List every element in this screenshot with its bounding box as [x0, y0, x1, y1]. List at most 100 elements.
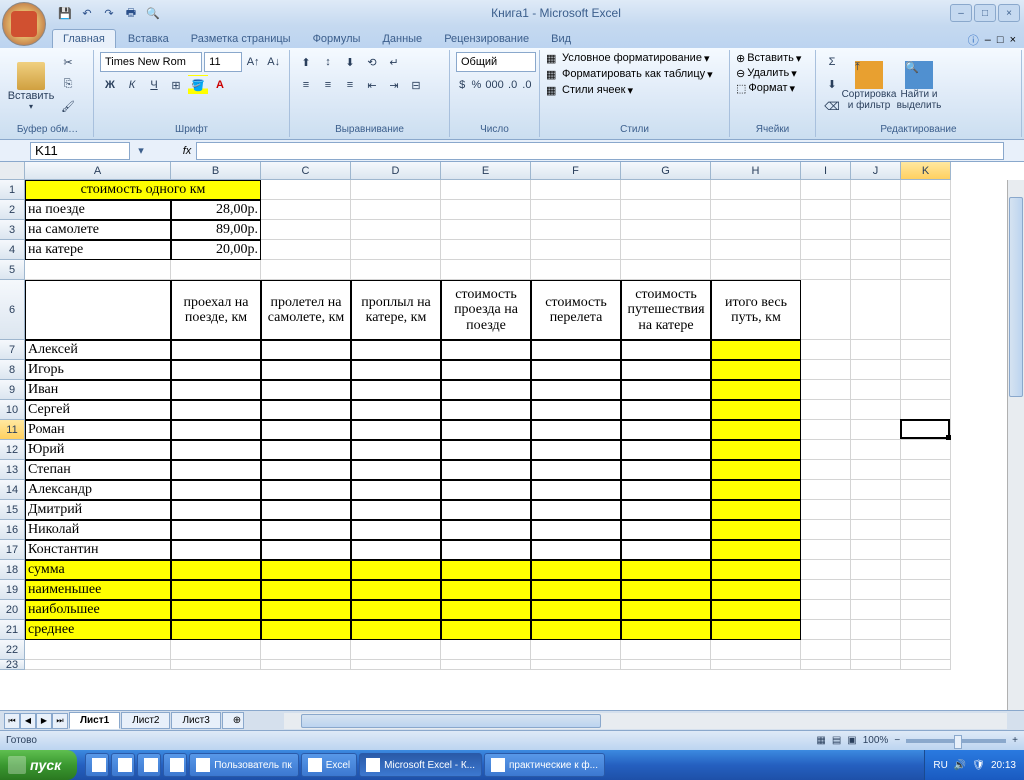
- align-center-button[interactable]: ≡: [318, 75, 338, 95]
- cell-G3[interactable]: [621, 220, 711, 240]
- underline-button[interactable]: Ч: [144, 75, 164, 95]
- cell-C11[interactable]: [261, 420, 351, 440]
- col-header-H[interactable]: H: [711, 162, 801, 180]
- cell-H17[interactable]: [711, 540, 801, 560]
- cell-E1[interactable]: [441, 180, 531, 200]
- tab-home[interactable]: Главная: [52, 29, 116, 48]
- new-sheet-button[interactable]: ⊕: [222, 712, 244, 729]
- cell-A14[interactable]: Александр: [25, 480, 171, 500]
- view-pagebreak-button[interactable]: ▣: [847, 735, 856, 746]
- cell-J22[interactable]: [851, 640, 901, 660]
- language-indicator[interactable]: RU: [933, 760, 947, 771]
- cell-J1[interactable]: [851, 180, 901, 200]
- cell-H9[interactable]: [711, 380, 801, 400]
- col-header-D[interactable]: D: [351, 162, 441, 180]
- cell-G8[interactable]: [621, 360, 711, 380]
- delete-cells-button[interactable]: ⊖ Удалить ▾: [736, 67, 809, 80]
- cell-C23[interactable]: [261, 660, 351, 670]
- cell-E22[interactable]: [441, 640, 531, 660]
- cell-H21[interactable]: [711, 620, 801, 640]
- cell-C8[interactable]: [261, 360, 351, 380]
- align-bottom-button[interactable]: ⬇: [340, 52, 360, 72]
- cell-G9[interactable]: [621, 380, 711, 400]
- cell-J21[interactable]: [851, 620, 901, 640]
- view-layout-button[interactable]: ▤: [832, 735, 841, 746]
- cell-J2[interactable]: [851, 200, 901, 220]
- cell-H2[interactable]: [711, 200, 801, 220]
- cell-A10[interactable]: Сергей: [25, 400, 171, 420]
- cell-B2[interactable]: 28,00р.: [171, 200, 261, 220]
- row-header-16[interactable]: 16: [0, 520, 25, 540]
- cell-D16[interactable]: [351, 520, 441, 540]
- tray-icon[interactable]: 🛡: [972, 760, 985, 771]
- cell-K11[interactable]: [901, 420, 951, 440]
- clear-button[interactable]: ⌫: [822, 96, 842, 116]
- conditional-formatting-button[interactable]: ▦Условное форматирование ▾: [546, 52, 723, 66]
- decrease-indent-button[interactable]: ⇤: [362, 75, 382, 95]
- cell-C22[interactable]: [261, 640, 351, 660]
- cell-E17[interactable]: [441, 540, 531, 560]
- cell-F11[interactable]: [531, 420, 621, 440]
- cell-E2[interactable]: [441, 200, 531, 220]
- cell-J20[interactable]: [851, 600, 901, 620]
- cell-C5[interactable]: [261, 260, 351, 280]
- row-header-12[interactable]: 12: [0, 440, 25, 460]
- fill-color-button[interactable]: 🪣: [188, 75, 208, 95]
- cell-D6[interactable]: проплыл на катере, км: [351, 280, 441, 340]
- cell-J23[interactable]: [851, 660, 901, 670]
- cell-I18[interactable]: [801, 560, 851, 580]
- cell-E12[interactable]: [441, 440, 531, 460]
- cell-B5[interactable]: [171, 260, 261, 280]
- taskbar-item-1[interactable]: [111, 753, 135, 777]
- col-header-C[interactable]: C: [261, 162, 351, 180]
- merge-button[interactable]: ⊟: [406, 75, 426, 95]
- cell-F8[interactable]: [531, 360, 621, 380]
- cell-F2[interactable]: [531, 200, 621, 220]
- cell-B22[interactable]: [171, 640, 261, 660]
- cell-I13[interactable]: [801, 460, 851, 480]
- row-header-18[interactable]: 18: [0, 560, 25, 580]
- cell-A6[interactable]: [25, 280, 171, 340]
- help-icon[interactable]: ⓘ: [968, 32, 979, 48]
- cell-B3[interactable]: 89,00р.: [171, 220, 261, 240]
- cell-D8[interactable]: [351, 360, 441, 380]
- cell-D14[interactable]: [351, 480, 441, 500]
- prev-sheet-button[interactable]: ◀: [20, 713, 36, 729]
- cell-B4[interactable]: 20,00р.: [171, 240, 261, 260]
- cell-I1[interactable]: [801, 180, 851, 200]
- cell-H13[interactable]: [711, 460, 801, 480]
- qat-undo[interactable]: ↶: [78, 4, 96, 22]
- zoom-out-button[interactable]: −: [894, 735, 900, 746]
- office-button[interactable]: [2, 2, 46, 46]
- cell-J6[interactable]: [851, 280, 901, 340]
- cell-B12[interactable]: [171, 440, 261, 460]
- vertical-scrollbar[interactable]: [1007, 180, 1024, 710]
- cell-H20[interactable]: [711, 600, 801, 620]
- cell-A13[interactable]: Степан: [25, 460, 171, 480]
- cell-C19[interactable]: [261, 580, 351, 600]
- cell-J7[interactable]: [851, 340, 901, 360]
- row-header-6[interactable]: 6: [0, 280, 25, 340]
- row-header-20[interactable]: 20: [0, 600, 25, 620]
- cell-C16[interactable]: [261, 520, 351, 540]
- cell-G17[interactable]: [621, 540, 711, 560]
- cell-F4[interactable]: [531, 240, 621, 260]
- cell-I15[interactable]: [801, 500, 851, 520]
- cell-E23[interactable]: [441, 660, 531, 670]
- start-button[interactable]: пуск: [0, 750, 77, 780]
- cell-H22[interactable]: [711, 640, 801, 660]
- cell-A9[interactable]: Иван: [25, 380, 171, 400]
- taskbar-item-4[interactable]: Пользователь пк: [189, 753, 298, 777]
- cell-A21[interactable]: среднее: [25, 620, 171, 640]
- cell-H5[interactable]: [711, 260, 801, 280]
- tray-icon[interactable]: 🔊: [954, 760, 966, 771]
- row-header-15[interactable]: 15: [0, 500, 25, 520]
- row-header-1[interactable]: 1: [0, 180, 25, 200]
- cell-E19[interactable]: [441, 580, 531, 600]
- qat-print[interactable]: 🖶: [122, 4, 140, 22]
- namebox-dropdown[interactable]: ▾: [134, 144, 148, 157]
- sort-filter-button[interactable]: ⤒ Сортировка и фильтр: [846, 52, 892, 120]
- taskbar-item-2[interactable]: [137, 753, 161, 777]
- cell-E11[interactable]: [441, 420, 531, 440]
- row-header-13[interactable]: 13: [0, 460, 25, 480]
